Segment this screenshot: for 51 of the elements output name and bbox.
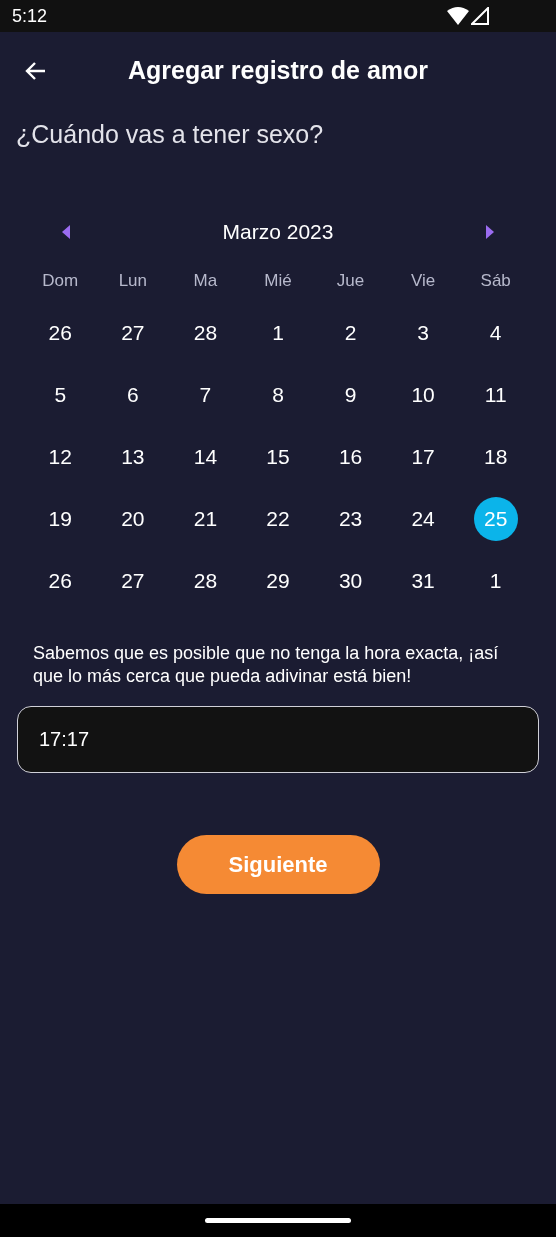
calendar-day[interactable]: 5 [38,372,83,417]
calendar-day[interactable]: 18 [473,434,518,479]
calendar-day[interactable]: 28 [183,558,228,603]
calendar-day[interactable]: 27 [110,558,155,603]
calendar-day[interactable]: 3 [401,310,446,355]
calendar-day[interactable]: 13 [110,434,155,479]
calendar-day[interactable]: 30 [328,558,373,603]
weekday-label: Ma [193,269,218,292]
calendar-day[interactable]: 16 [328,434,373,479]
month-label: Marzo 2023 [222,218,334,245]
wifi-icon [447,7,469,25]
hint-text: Sabemos que es posible que no tenga la hora exacta, ¡así que lo más cerca que pueda adivinar está bien! [32,641,500,688]
calendar-day[interactable]: 29 [256,558,300,603]
calendar-day[interactable]: 11 [473,372,518,417]
calendar-day[interactable]: 15 [256,434,300,479]
calendar-day[interactable]: 4 [473,310,518,355]
calendar-day[interactable]: 7 [183,372,228,417]
calendar-day[interactable]: 22 [256,496,300,541]
calendar-day[interactable]: 19 [38,496,83,541]
weekday-label: Vie [411,269,436,292]
time-input-field[interactable]: 17:17 [17,705,539,773]
calendar-day[interactable]: 9 [328,372,373,417]
calendar-day[interactable]: 2 [328,310,373,355]
calendar-day[interactable]: 21 [183,496,228,541]
calendar-day[interactable]: 28 [183,310,228,355]
calendar-day[interactable]: 31 [401,558,446,603]
calendar-day[interactable]: 14 [183,434,228,479]
weekday-label: Jue [336,269,365,292]
calendar-day[interactable]: 12 [38,434,83,479]
weekday-label: Mié [264,269,292,292]
left-triangle-icon [62,224,70,239]
calendar-day[interactable]: 24 [401,496,446,541]
status-time: 5:12 [12,4,48,28]
calendar-day[interactable]: 26 [38,558,83,603]
signal-icon [471,7,489,25]
calendar-day[interactable]: 6 [110,372,155,417]
weekday-label: Sáb [480,269,511,292]
calendar-day[interactable]: 10 [401,372,446,417]
screen-title: Agregar registro de amor [127,55,429,87]
weekday-label: Dom [42,269,79,292]
calendar-day[interactable]: 1 [473,558,518,603]
weekday-label: Lun [118,269,148,292]
calendar-day[interactable]: 20 [110,496,155,541]
right-triangle-icon [486,224,494,239]
calendar-day[interactable]: 1 [256,310,300,355]
calendar-day[interactable]: 27 [110,310,155,355]
calendar-day[interactable]: 17 [401,434,446,479]
calendar-day[interactable]: 23 [328,496,373,541]
calendar-day[interactable]: 26 [38,310,83,355]
calendar-day[interactable]: 8 [256,372,300,417]
question-heading: ¿Cuándo vas a tener sexo? [15,119,325,150]
